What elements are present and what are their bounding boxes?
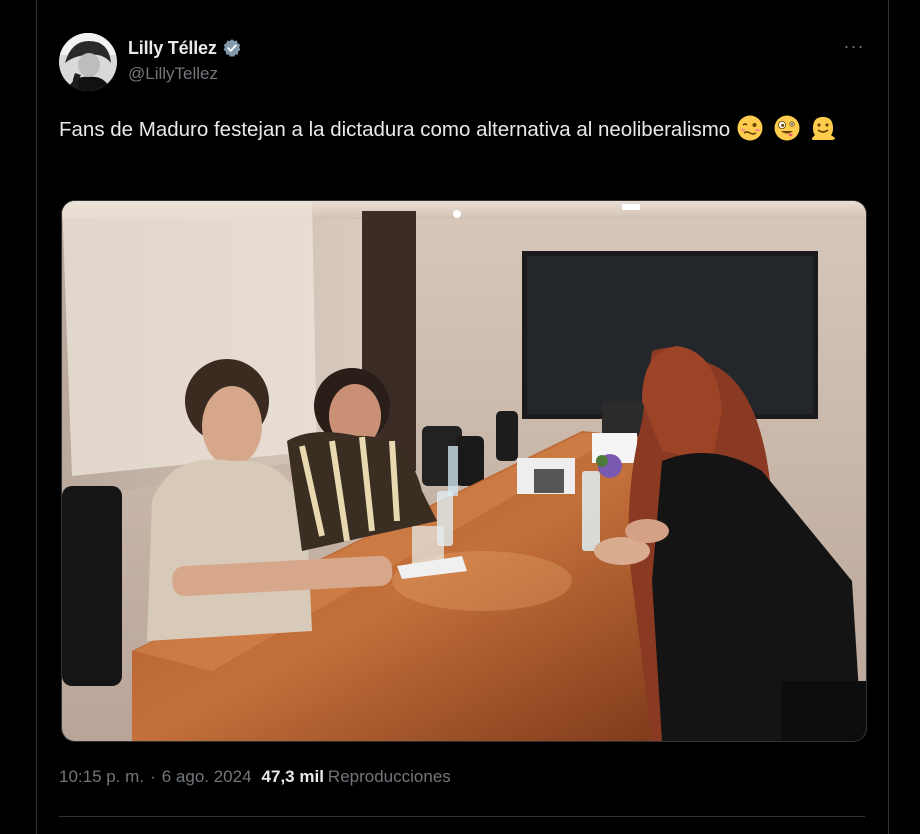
author-block: Lilly Téllez @LillyTellez [128,37,242,84]
author-handle[interactable]: @LillyTellez [128,64,242,84]
views-count[interactable]: 47,3 mil [262,767,324,787]
tweet-text-content: Fans de Maduro festejan a la dictadura c… [59,118,731,141]
meeting-room-photo [62,201,866,741]
tweet-photo[interactable] [61,200,867,742]
tweet: Lilly Téllez @LillyTellez ··· Fans de Ma… [37,0,888,834]
more-options-button[interactable]: ··· [837,37,871,60]
woozy-face-icon [736,114,764,142]
verified-badge-icon[interactable] [222,38,242,58]
views-label: Reproducciones [327,767,451,786]
tweet-date[interactable]: 6 ago. 2024 [162,767,252,787]
tweet-meta: 10:15 p. m. · 6 ago. 2024 47,3 mil Repro… [59,767,451,787]
author-name[interactable]: Lilly Téllez [128,38,217,59]
melting-face-icon [809,114,837,142]
zany-face-icon [773,114,801,142]
meta-separator: · [150,767,156,786]
timeline-right-border [888,0,889,834]
author-avatar[interactable] [59,33,117,91]
tweet-text: Fans de Maduro festejan a la dictadura c… [59,113,859,147]
meta-divider [59,816,865,817]
tweet-time[interactable]: 10:15 p. m. [59,767,144,787]
